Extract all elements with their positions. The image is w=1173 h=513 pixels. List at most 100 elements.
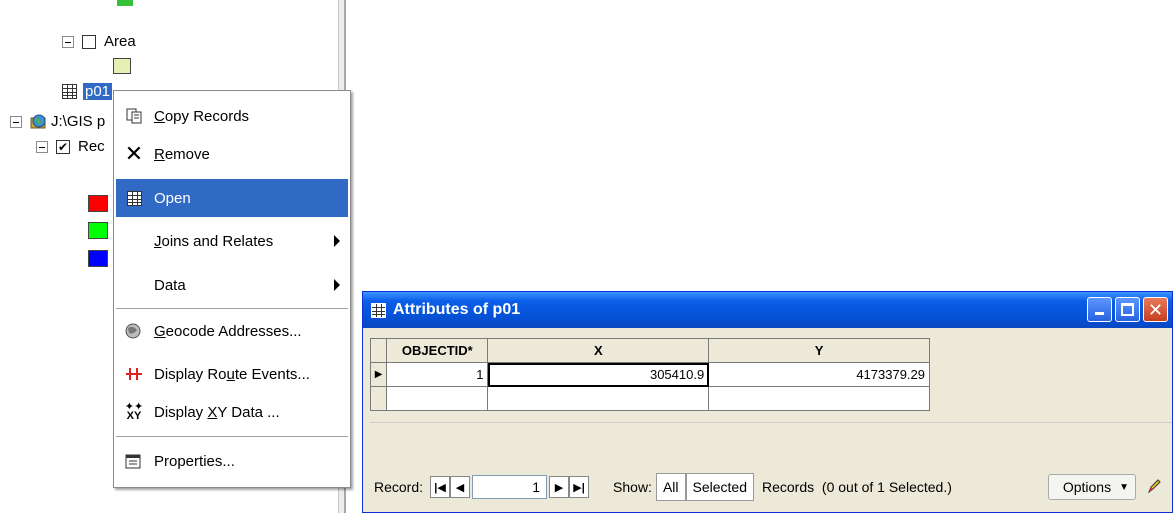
menu-item-data[interactable]: Data [116,266,348,304]
tree-row-area[interactable]: Area [62,33,136,50]
menu-label-pre: Properties... [154,452,235,470]
current-row-indicator[interactable]: ▶ [369,362,388,387]
maximize-icon [1121,303,1134,316]
menu-label-mnemonic: C [154,107,165,125]
next-record-icon: ▶ [554,481,564,494]
cell-y[interactable]: 4173379.29 [708,362,930,387]
table-row[interactable]: ▶ 1 305410.9 4173379.29 [369,362,930,387]
route-events-icon [116,365,152,383]
workspace-path-label: J:\GIS p [51,113,106,130]
properties-icon [116,452,152,470]
records-selection-status: Records (0 out of 1 Selected.) [762,479,952,495]
menu-item-copy-records[interactable]: Copy Records [116,97,348,135]
maximize-button[interactable] [1115,297,1140,322]
first-record-icon: |◀ [434,481,446,494]
previous-record-icon: ◀ [455,481,465,494]
legend-swatch-fragment [117,0,133,6]
menu-item-remove[interactable]: ✕ Remove [116,135,348,173]
cell-empty[interactable] [487,386,710,411]
legend-swatch-green [88,222,108,239]
cell-empty[interactable] [708,386,930,411]
show-label: Show: [613,479,652,495]
workspace-globe-icon [30,114,48,130]
new-row-indicator[interactable] [369,386,388,411]
record-label: Record: [374,479,424,495]
first-record-button[interactable]: |◀ [430,476,451,498]
column-header-objectid[interactable]: OBJECTID* [386,338,489,363]
table-header-row: OBJECTID* X Y [369,338,930,363]
menu-label-mnemonic: u [226,365,235,383]
menu-item-display-xy-data[interactable]: ✦✦ XY Display XY Data ... [116,393,348,431]
cell-x[interactable]: 305410.9 [487,362,710,387]
table-empty-area [370,422,1172,464]
table-icon [62,84,77,99]
menu-item-geocode-addresses[interactable]: Geocode Addresses... [116,312,348,350]
dropdown-arrow-icon: ▼ [1119,481,1129,493]
window-title: Attributes of p01 [393,301,521,318]
attributes-window: Attributes of p01 ✕ OBJECTID* X Y ▶ 1 30… [362,291,1173,513]
menu-label-pre: Display [154,403,208,421]
layer-visibility-checkbox[interactable]: ✔ [56,139,70,154]
legend-swatch-red [88,195,108,212]
edit-pencil-icon[interactable] [1146,477,1162,498]
last-record-button[interactable]: ▶| [569,476,590,498]
cell-objectid[interactable]: 1 [386,362,489,387]
menu-item-open[interactable]: Open [116,179,348,217]
tree-row-table[interactable]: p01 [62,83,113,100]
legend-swatch-blue [88,250,108,267]
minimize-button[interactable] [1087,297,1112,322]
attribute-table: OBJECTID* X Y ▶ 1 305410.9 4173379.29 [369,338,930,411]
menu-separator [116,308,348,309]
minimize-icon [1095,312,1104,315]
layer-label: Rec [78,138,105,155]
table-label-p01[interactable]: p01 [83,83,113,100]
menu-label-post: opy Records [164,107,250,125]
column-header-x[interactable]: X [487,338,710,363]
menu-label-pre: Display Ro [154,365,227,383]
options-button[interactable]: Options ▼ [1047,474,1136,500]
menu-label-post: eocode Addresses... [165,322,302,340]
collapse-icon[interactable] [36,140,48,153]
last-record-icon: ▶| [573,481,585,494]
menu-label-post: Y Data ... [217,403,280,421]
options-label: Options [1062,479,1112,495]
menu-label-post: oins and Relates [161,232,274,250]
previous-record-button[interactable]: ◀ [450,476,471,498]
area-visibility-checkbox[interactable] [82,34,96,49]
window-titlebar[interactable]: Attributes of p01 ✕ [363,292,1172,328]
show-selected-button[interactable]: Selected [685,473,754,501]
menu-label-mnemonic: X [207,403,218,421]
menu-item-joins-and-relates[interactable]: Joins and Relates [116,222,348,260]
row-header-corner[interactable] [369,338,388,363]
menu-item-properties[interactable]: Properties... [116,442,348,480]
menu-label-mnemonic: J [154,232,162,250]
menu-label-post: te Events... [234,365,310,383]
table-icon [371,302,386,318]
menu-item-display-route-events[interactable]: Display Route Events... [116,355,348,393]
collapse-icon[interactable] [10,115,22,128]
tree-row-layer[interactable]: ✔ Rec [36,138,105,155]
area-symbol-swatch [113,58,131,74]
geocode-icon [116,322,152,340]
collapse-icon[interactable] [62,35,74,48]
show-all-button[interactable]: All [655,473,686,501]
context-menu: Copy Records ✕ Remove Open Joins and Rel… [113,90,351,488]
table-row-new[interactable] [369,386,930,411]
menu-separator [116,436,348,437]
submenu-arrow-icon [334,279,340,291]
submenu-arrow-icon [334,235,340,247]
table-icon [116,190,152,206]
menu-label-mnemonic: R [154,145,165,163]
record-number-input[interactable]: 1 [472,475,548,499]
tree-row-workspace[interactable]: J:\GIS p [10,113,105,130]
column-header-y[interactable]: Y [708,338,930,363]
menu-label-post: emove [164,145,210,163]
close-button[interactable]: ✕ [1143,297,1168,322]
next-record-button[interactable]: ▶ [549,476,570,498]
close-icon: ✕ [1147,300,1164,320]
menu-label-pre: Open [154,189,191,207]
xy-data-icon: ✦✦ XY [124,401,144,422]
menu-label-pre: Data [154,276,186,294]
remove-icon: ✕ [124,141,144,166]
cell-empty[interactable] [386,386,489,411]
